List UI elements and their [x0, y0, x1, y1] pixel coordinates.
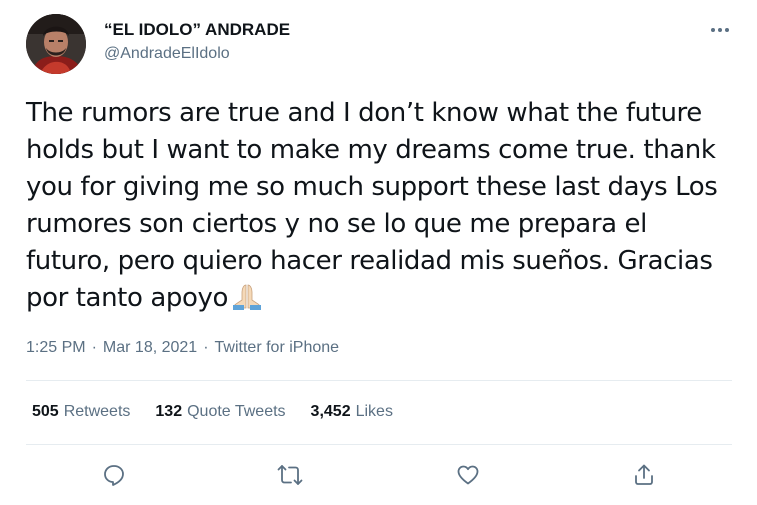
divider: [26, 444, 732, 445]
reply-icon: [104, 465, 124, 486]
share-icon: [635, 464, 653, 485]
tweet-date[interactable]: Mar 18, 2021: [103, 339, 197, 356]
quote-tweets-stat[interactable]: 132 Quote Tweets: [155, 403, 285, 421]
reply-button[interactable]: [98, 459, 130, 491]
meta-separator: ·: [91, 339, 97, 356]
likes-stat[interactable]: 3,452 Likes: [311, 403, 393, 421]
user-handle[interactable]: @AndradeElIdolo: [104, 45, 230, 63]
tweet-source[interactable]: Twitter for iPhone: [215, 339, 340, 356]
meta-separator: ·: [203, 339, 209, 356]
like-button[interactable]: [452, 459, 484, 491]
profile-photo: [26, 14, 86, 74]
action-bar: [0, 459, 757, 491]
share-button[interactable]: [628, 459, 660, 491]
tweet-time[interactable]: 1:25 PM: [26, 339, 86, 356]
tweet-stats: 505 Retweets 132 Quote Tweets 3,452 Likes: [32, 403, 393, 421]
avatar[interactable]: [26, 14, 86, 74]
likes-count: 3,452: [310, 403, 351, 420]
display-name[interactable]: “EL IDOLO” ANDRADE: [104, 20, 290, 40]
tweet-text-content: The rumors are true and I don’t know wha…: [26, 98, 718, 313]
retweets-stat[interactable]: 505 Retweets: [32, 403, 130, 421]
tweet-meta: 1:25 PM · Mar 18, 2021 · Twitter for iPhone: [26, 339, 339, 357]
folded-hands-emoji: [230, 282, 264, 321]
likes-label: Likes: [355, 403, 393, 420]
retweets-count: 505: [32, 403, 59, 420]
quote-tweets-label: Quote Tweets: [187, 403, 286, 420]
more-horizontal-icon: [711, 28, 729, 32]
quote-tweets-count: 132: [155, 403, 183, 420]
divider: [26, 380, 732, 381]
more-options-button[interactable]: [708, 18, 732, 42]
retweets-label: Retweets: [63, 403, 131, 420]
like-icon: [457, 465, 479, 485]
tweet-card: “EL IDOLO” ANDRADE @AndradeElIdolo The r…: [0, 0, 757, 505]
retweet-button[interactable]: [274, 459, 306, 491]
retweet-icon: [277, 465, 303, 485]
tweet-text: The rumors are true and I don’t know wha…: [26, 95, 738, 321]
